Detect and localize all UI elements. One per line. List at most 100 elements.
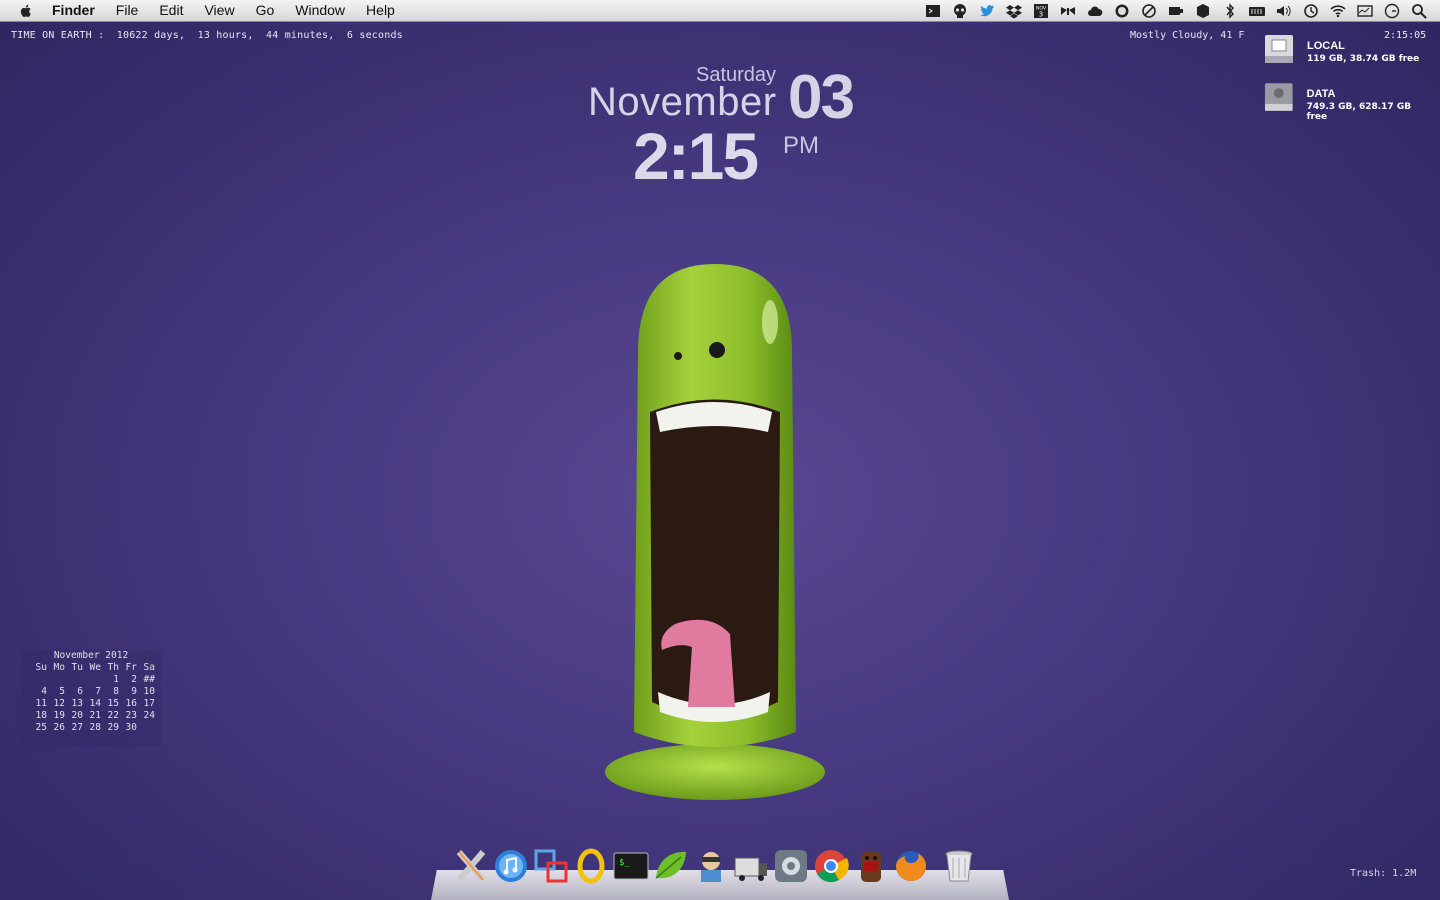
weather-text: Mostly Cloudy, 41 F [1130, 30, 1245, 41]
drive-info: 749.3 GB, 628.17 GB free [1306, 102, 1412, 122]
bluetooth-icon[interactable] [1221, 2, 1239, 19]
no-entry-icon[interactable] [1140, 3, 1158, 19]
calendar-week-row: 11 12 13 14 15 16 17 [21, 698, 161, 710]
menu-window[interactable]: Window [295, 0, 345, 21]
wifi-icon[interactable] [1329, 3, 1347, 19]
calendar-day: 28 [89, 722, 101, 733]
calendar-day: 14 [89, 698, 101, 709]
chrome-icon[interactable] [813, 848, 849, 884]
drive-name: DATA [1306, 88, 1336, 100]
box-icon[interactable] [1194, 3, 1212, 19]
dock: $_ [431, 846, 1009, 900]
svg-text:$_: $_ [619, 858, 630, 868]
calendar-day [47, 674, 65, 686]
weekday-header: Th [107, 662, 119, 673]
calendar-day: 12 [53, 698, 65, 709]
butterfly-icon[interactable] [1059, 3, 1077, 19]
apple-menu-icon[interactable] [18, 3, 34, 19]
calendar-day: 22 [107, 710, 119, 721]
calendar-day: 5 [59, 686, 65, 697]
calendar-widget: November 2012 Su Mo Tu We Th Fr Sa 1 2 ## … [21, 650, 161, 746]
firefox-icon[interactable] [893, 848, 929, 884]
clock-icon[interactable] [1383, 3, 1401, 19]
calendar-day: 7 [95, 686, 101, 697]
terminal-icon[interactable] [924, 3, 942, 19]
time-machine-icon[interactable] [1302, 3, 1320, 19]
ninja-icon[interactable] [693, 848, 729, 884]
calendar-day: 16 [125, 698, 137, 709]
drive-data[interactable]: DATA 749.3 GB, 628.17 GB free [1263, 80, 1433, 122]
terminal-icon[interactable]: $_ [613, 848, 649, 884]
calendar-title: November 2012 [53, 650, 129, 661]
calendar-day: 18 [35, 710, 47, 721]
calendar-day: 30 [125, 722, 137, 733]
dropbox-icon[interactable] [1005, 3, 1023, 19]
ampm-text: PM [783, 132, 819, 159]
weekday-header: Su [35, 662, 47, 673]
calendar-day: 24 [143, 710, 155, 721]
calendar-day: 1 [113, 674, 119, 685]
menu-help[interactable]: Help [366, 0, 395, 21]
trash-size-text: Trash: 1.2M [1350, 868, 1417, 879]
menu-app-name[interactable]: Finder [52, 0, 95, 21]
weekday-header: Sa [143, 662, 155, 673]
dock-icons: $_ [453, 848, 977, 884]
calendar-day: 6 [77, 686, 83, 697]
calendar-week-row: 25 26 27 28 29 30 [21, 722, 161, 734]
volume-icon[interactable] [1275, 3, 1293, 19]
calendar-day: 11 [35, 698, 47, 709]
calendar-week-row: 18 19 20 21 22 23 24 [21, 710, 161, 722]
calendar-day: 17 [143, 698, 155, 709]
calendar-day [83, 674, 101, 686]
menu-edit[interactable]: Edit [159, 0, 183, 21]
activity-icon[interactable] [1356, 3, 1374, 19]
cloud-icon[interactable] [1086, 3, 1104, 19]
calendar-day: 8 [113, 686, 119, 697]
x-icon[interactable] [453, 848, 489, 884]
menu-go[interactable]: Go [256, 0, 275, 21]
drive-local[interactable]: LOCAL 119 GB, 38.74 GB free [1263, 32, 1433, 72]
big-time-text: 2:15 [633, 119, 759, 193]
calendar-day: 2 [131, 674, 137, 685]
calendar-week-row: 4 5 6 7 8 9 10 [21, 686, 161, 698]
spotlight-icon[interactable] [1410, 3, 1428, 19]
calendar-day [65, 674, 83, 686]
calendar-icon[interactable]: NOV 3 [1032, 3, 1050, 19]
trash-icon[interactable] [941, 848, 977, 884]
calendar-day: 26 [53, 722, 65, 733]
calendar-header-row: Su Mo Tu We Th Fr Sa [21, 662, 161, 674]
battery-icon[interactable] [1167, 3, 1185, 19]
system-preferences-icon[interactable] [773, 848, 809, 884]
opera-icon[interactable] [573, 848, 609, 884]
vmware-icon[interactable] [533, 848, 569, 884]
date-time-widget: Saturday November 03 2:15 PM [580, 62, 880, 193]
transmit-icon[interactable] [733, 848, 769, 884]
skull-icon[interactable] [951, 3, 969, 19]
calendar-day: ## [143, 674, 155, 685]
hard-drive-icon [1265, 35, 1293, 63]
domo-icon[interactable] [853, 848, 889, 884]
svg-text:3: 3 [1039, 10, 1043, 18]
calendar-day: 13 [71, 698, 83, 709]
menu-view[interactable]: View [204, 0, 234, 21]
menu-extras: NOV 3 [924, 0, 1428, 21]
leaf-icon[interactable] [653, 848, 689, 884]
weekday-header: Mo [53, 662, 65, 673]
calendar-day: 25 [35, 722, 47, 733]
twitter-icon[interactable] [978, 3, 996, 19]
calendar-day: 20 [71, 710, 83, 721]
itunes-icon[interactable] [493, 848, 529, 884]
calendar-day: 4 [41, 686, 47, 697]
calendar-day: 10 [143, 686, 155, 697]
weekday-header: We [89, 662, 101, 673]
calendar-day [137, 722, 155, 734]
memory-icon[interactable] [1248, 3, 1266, 19]
time-on-earth-text: TIME ON EARTH : 10622 days, 13 hours, 44… [11, 30, 403, 41]
menu-file[interactable]: File [116, 0, 139, 21]
whatsapp-icon[interactable] [1113, 3, 1131, 19]
calendar-day: 9 [131, 686, 137, 697]
calendar-day [29, 674, 47, 686]
green-monster-wallpaper [605, 264, 825, 800]
weekday-header: Fr [125, 662, 137, 673]
weekday-header: Tu [71, 662, 83, 673]
